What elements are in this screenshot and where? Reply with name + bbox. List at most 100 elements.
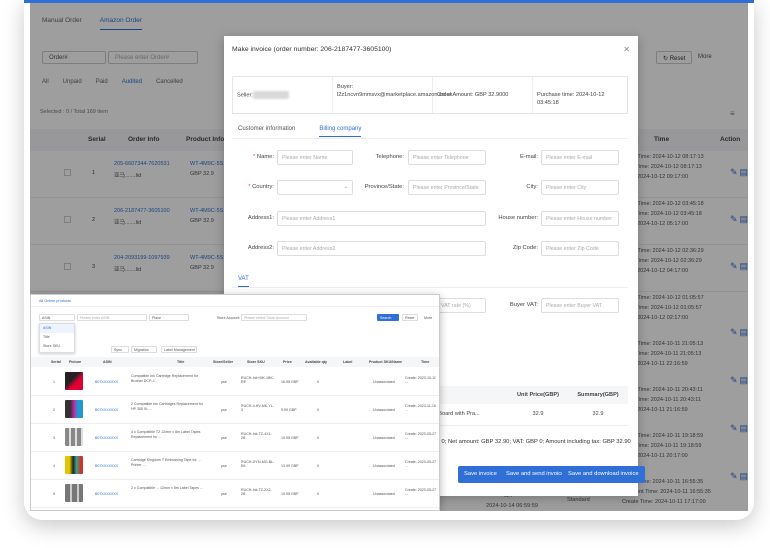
popup-table-header: Serial Picture ASIN Title Store/Seller S… bbox=[31, 357, 439, 367]
dropdown-option[interactable]: Store SKU bbox=[40, 342, 74, 351]
place-select[interactable]: Place bbox=[149, 314, 189, 321]
row-sku: RUCH-Ink-TZ-2X2-2B bbox=[241, 488, 272, 496]
item-summary: 32.9 bbox=[568, 404, 628, 426]
tab-billing-company[interactable]: Billing company bbox=[319, 126, 362, 137]
row-qty: 0 bbox=[317, 380, 319, 384]
row-qty: 0 bbox=[317, 464, 319, 468]
col-unit-price: Unit Price(GBP) bbox=[508, 386, 568, 404]
country-label: * Country: bbox=[248, 184, 274, 190]
col-time: Time bbox=[421, 360, 430, 364]
tab-customer-information[interactable]: Customer information bbox=[238, 126, 295, 137]
row-status: Unassociated bbox=[373, 408, 395, 412]
row-store: pse bbox=[221, 408, 227, 412]
col-product-sku: Product SKU/Name bbox=[369, 360, 402, 364]
row-serial: 5 bbox=[53, 492, 55, 496]
row-price: 9.99 GBP bbox=[281, 408, 297, 412]
row-asin[interactable]: B07XXXXXXX bbox=[95, 436, 118, 440]
row-store: pse bbox=[221, 436, 227, 440]
col-available-qty: Available qty bbox=[305, 360, 328, 364]
zip-label: Zip Code: bbox=[512, 245, 538, 251]
house-number-input[interactable]: Please enter House number bbox=[541, 211, 619, 226]
buyer-cell: Buyer: l2z1ncvn9mmsvx@marketplace.amazon… bbox=[333, 77, 452, 113]
row-asin[interactable]: B07XXXXXXX bbox=[95, 492, 118, 496]
email-input[interactable]: Please enter E-mail bbox=[541, 150, 619, 165]
row-serial: 2 bbox=[53, 408, 55, 412]
asin-select[interactable]: ASIN bbox=[39, 314, 75, 321]
province-input[interactable]: Please enter Province/State bbox=[408, 180, 486, 195]
table-row: 1 B07XXXXXXX Compatible Ink Cartridge Re… bbox=[31, 368, 439, 396]
modal-title: Make invoice (order number: 206-2187477-… bbox=[232, 46, 392, 53]
col-price: Price bbox=[283, 360, 292, 364]
name-label: * Name: bbox=[253, 154, 274, 160]
label-management-button[interactable]: Label Management bbox=[161, 346, 197, 353]
city-label: City: bbox=[526, 184, 538, 190]
table-row: 2 B07XXXXXXX 2 Compatible Ink Cartridges… bbox=[31, 396, 439, 424]
address2-input[interactable]: Please enter Address2 bbox=[277, 241, 486, 256]
row-qty: 0 bbox=[317, 492, 319, 496]
telephone-input[interactable]: Please enter Telephone bbox=[408, 150, 486, 165]
row-price: 10.95 GBP bbox=[281, 492, 299, 496]
row-serial: 4 bbox=[53, 464, 55, 468]
dropdown-option[interactable]: Title bbox=[40, 333, 74, 342]
buyer-vat-input[interactable]: Please enter Buyer VAT bbox=[541, 298, 619, 313]
buyer-vat-label: Buyer VAT: bbox=[509, 302, 538, 308]
row-asin[interactable]: B07XXXXXXX bbox=[95, 380, 118, 384]
col-title: Title bbox=[177, 360, 185, 364]
row-asin[interactable]: B07XXXXXXX bbox=[95, 464, 118, 468]
row-store: pse bbox=[221, 380, 227, 384]
order-amount-cell: Order Amount: GBP 32.9000 bbox=[433, 77, 533, 113]
device-frame: Manual Order Amazon Order Order# Please … bbox=[24, 0, 754, 520]
save-and-send-button[interactable]: Save and send invoice bbox=[500, 466, 571, 483]
popup-divider bbox=[31, 306, 439, 307]
sync-button[interactable]: Sync bbox=[111, 346, 129, 353]
save-invoice-button[interactable]: Save invoice bbox=[458, 466, 503, 483]
address2-label: Address2: bbox=[247, 245, 274, 251]
address1-input[interactable]: Please enter Address1 bbox=[277, 211, 486, 226]
row-status: Unassociated bbox=[373, 492, 395, 496]
row-sku: RUCH-DYM-MG-BL-E6 bbox=[241, 460, 275, 468]
row-qty: 0 bbox=[317, 436, 319, 440]
close-icon[interactable]: ✕ bbox=[623, 45, 630, 54]
more-button[interactable]: More bbox=[424, 316, 432, 320]
product-image bbox=[65, 428, 83, 446]
country-select[interactable]: ⌄ bbox=[277, 180, 353, 195]
item-unit-price: 32.9 bbox=[508, 404, 568, 426]
table-row: 5 B07XXXXXXX 2 x Compatible ... 12mm x 8… bbox=[31, 480, 439, 508]
row-title: Compatible Ink Cartridge Replacement for… bbox=[131, 374, 199, 383]
row-sku: RUCH-Ink-TZ-4X1-2B bbox=[241, 432, 272, 440]
tab-vat[interactable]: VAT bbox=[238, 276, 249, 287]
seller-label: Seller: bbox=[237, 92, 253, 99]
migration-button[interactable]: Migration bbox=[131, 346, 157, 353]
col-asin: ASIN bbox=[103, 360, 112, 364]
zip-input[interactable]: Please enter Zip Code bbox=[541, 241, 619, 256]
row-time: Create: 2023-05-27 ... bbox=[405, 488, 437, 496]
tab-all-online-products[interactable]: All Online products bbox=[39, 299, 71, 303]
province-label: Province/State: bbox=[364, 184, 404, 190]
reset-button[interactable]: Reset bbox=[402, 314, 418, 321]
seller-cell: Seller: bbox=[233, 77, 333, 113]
save-and-download-button[interactable]: Save and download invoice bbox=[562, 466, 645, 483]
row-store: pse bbox=[221, 464, 227, 468]
row-sku: RUCH-4-HV-MK-YL-3 bbox=[241, 404, 274, 412]
row-asin[interactable]: B07XXXXXXX bbox=[95, 408, 118, 412]
product-image bbox=[65, 484, 83, 502]
row-title: 2 x Compatible ... 12mm x 8m Label Tapes… bbox=[131, 486, 204, 490]
seller-name-redacted bbox=[252, 91, 289, 99]
search-button[interactable]: Search bbox=[377, 314, 399, 321]
asin-input[interactable]: Please enter ASIN bbox=[77, 314, 147, 321]
screen: Manual Order Amazon Order Order# Please … bbox=[30, 3, 748, 511]
address1-label: Address1: bbox=[247, 215, 274, 221]
row-status: Unassociated bbox=[373, 380, 395, 384]
order-summary-header: Seller: Buyer: l2z1ncvn9mmsvx@marketplac… bbox=[232, 76, 628, 114]
name-input[interactable]: Please enter Name bbox=[277, 150, 353, 165]
chevron-down-icon: ⌄ bbox=[343, 184, 348, 190]
table-row: 3 B07XXXXXXX 4 x Compatible TZ 12mm x 8m… bbox=[31, 424, 439, 452]
store-account-select[interactable]: Please select Store Account bbox=[241, 314, 307, 321]
row-price: 16.95 GBP bbox=[281, 380, 299, 384]
row-serial: 3 bbox=[53, 436, 55, 440]
asin-dropdown: ASIN Title Store SKU bbox=[39, 323, 75, 353]
dropdown-option[interactable]: ASIN bbox=[40, 324, 74, 333]
city-input[interactable]: Please enter City bbox=[541, 180, 619, 195]
row-store: pse bbox=[221, 492, 227, 496]
vat-rate-input[interactable]: VAT rate (%) bbox=[436, 298, 486, 313]
